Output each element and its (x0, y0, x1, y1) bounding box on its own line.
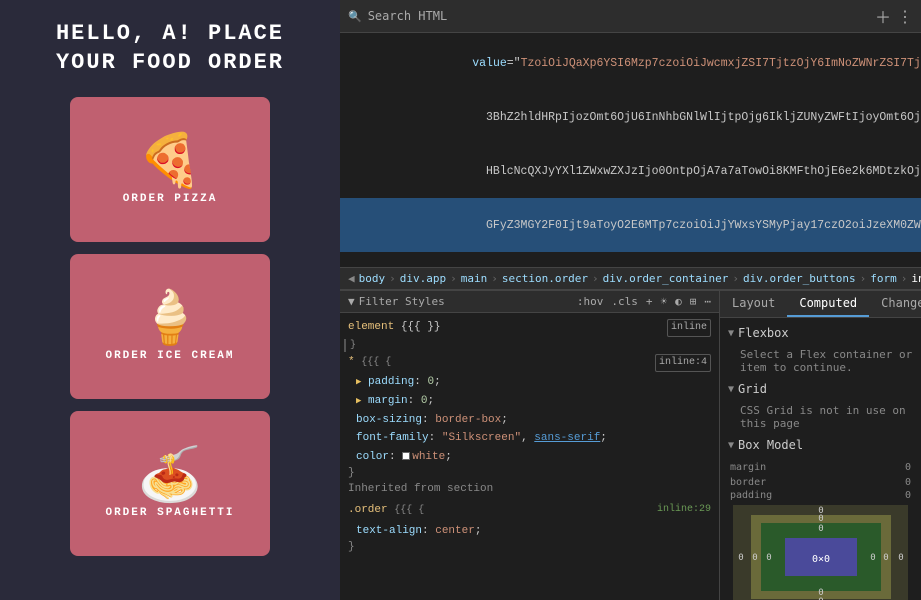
box-model-arrow: ▼ (728, 440, 734, 451)
filter-icon: ▼ (348, 295, 355, 308)
more-styles-icon[interactable]: ⋯ (704, 295, 711, 308)
svg-text:0: 0 (883, 553, 888, 563)
breadcrumb-body[interactable]: body (359, 272, 386, 285)
order-icecream-card[interactable]: 🍦 ORDER ICE CREAM (70, 254, 270, 399)
layout-tabs: Layout Computed Changes (720, 291, 921, 318)
style-rule-order: .order {{{ { inline:29 (340, 500, 719, 522)
add-style-button[interactable]: + (646, 295, 653, 308)
spaghetti-label: ORDER SPAGHETTI (105, 507, 234, 519)
styles-content: element {{{ }} inline } * {{{ { inline:4… (340, 313, 719, 600)
pizza-label: ORDER PIZZA (123, 193, 218, 205)
html-tree: value="TzoiOiJQaXp6YSI6Mzp7czoiOiJwcmxjZ… (340, 33, 921, 267)
box-model-diagram-container: margin 0 border 0 padding 0 (728, 458, 913, 600)
spaghetti-icon: 🍝 (138, 449, 203, 501)
html-line-2: 3BhZ2hldHRpIjozOmt6OjU6InNhbGNlWlIjtpOjg… (340, 91, 921, 145)
flexbox-description: Select a Flex container or item to conti… (728, 346, 913, 382)
margin-value-top: 0 (905, 462, 911, 473)
box-model-visual: 0×0 0 0 0 0 0 0 0 0 0 (733, 505, 908, 600)
html-line-value: value="TzoiOiJQaXp6YSI6Mzp7czoiOiJwcmxjZ… (340, 37, 921, 91)
light-mode-icon[interactable]: ☀ (661, 295, 668, 308)
layout-content: ▼ Flexbox Select a Flex container or ite… (720, 318, 921, 600)
html-line-3: HBlcNcQXJyYXl1ZWxwZXJzIjo0OntpOjA7a7aTow… (340, 145, 921, 199)
add-element-button[interactable]: ＋ (875, 4, 891, 28)
order-spaghetti-card[interactable]: 🍝 ORDER SPAGHETTI (70, 411, 270, 556)
html-panel: 🔍 Search HTML ＋ ⋮ value="TzoiOiJQaXp6YSI… (340, 0, 921, 290)
breadcrumb-main[interactable]: main (461, 272, 488, 285)
page-title: HELLO, A! PLACEYOUR FOOD ORDER (56, 20, 284, 77)
padding-value: 0 (905, 490, 911, 501)
tab-layout[interactable]: Layout (720, 291, 787, 317)
search-icon: 🔍 (348, 10, 362, 23)
breadcrumb-input[interactable]: input (911, 272, 921, 285)
style-rule-element: element {{{ }} inline (340, 317, 719, 339)
flexbox-section-header[interactable]: ▼ Flexbox (728, 326, 913, 340)
svg-text:0: 0 (870, 553, 875, 563)
styles-toolbar: ▼ Filter Styles :hov .cls + ☀ ◐ ⊞ ⋯ (340, 291, 719, 313)
order-pizza-card[interactable]: 🍕 ORDER PIZZA (70, 97, 270, 242)
padding-label: padding (730, 490, 772, 501)
box-model-border-row: border 0 (728, 477, 913, 490)
breadcrumb-div-app[interactable]: div.app (400, 272, 446, 285)
grid-arrow: ▼ (728, 384, 734, 395)
filter-styles-label: ▼ Filter Styles (348, 295, 445, 308)
svg-text:0×0: 0×0 (812, 554, 830, 565)
margin-label: margin (730, 462, 766, 473)
grid-icon[interactable]: ⊞ (690, 295, 697, 308)
tab-changes[interactable]: Changes (869, 291, 921, 317)
styles-panel: ▼ Filter Styles :hov .cls + ☀ ◐ ⊞ ⋯ elem… (340, 291, 720, 600)
box-model-table-header: margin 0 (728, 462, 913, 477)
hov-button[interactable]: :hov (577, 295, 604, 308)
breadcrumb-div-container[interactable]: div.order_container (603, 272, 729, 285)
html-line-5: W5NijtoO31zOjc6Im5vb2RsZXMiOiM047czO3OiJ… (340, 252, 921, 267)
style-rule-star: * {{{ { inline:4 (340, 352, 719, 374)
game-panel: HELLO, A! PLACEYOUR FOOD ORDER 🍕 ORDER P… (0, 0, 340, 600)
svg-text:0: 0 (818, 524, 823, 534)
border-label: border (730, 477, 766, 488)
box-model-padding-row: padding 0 (728, 490, 913, 505)
breadcrumb-form[interactable]: form (870, 272, 897, 285)
layout-panel: Layout Computed Changes ▼ Flexbox Select… (720, 291, 921, 600)
svg-text:0: 0 (766, 553, 771, 563)
html-topbar: 🔍 Search HTML ＋ ⋮ (340, 0, 921, 33)
svg-text:0: 0 (752, 553, 757, 563)
pizza-icon: 🍕 (138, 135, 203, 187)
tab-computed[interactable]: Computed (787, 291, 869, 317)
dark-mode-icon[interactable]: ◐ (675, 295, 682, 308)
grid-description: CSS Grid is not in use on this page (728, 402, 913, 438)
box-model-svg: 0×0 0 0 0 0 0 0 0 0 0 (733, 505, 908, 600)
icecream-label: ORDER ICE CREAM (105, 350, 234, 362)
svg-text:0: 0 (818, 588, 823, 598)
svg-text:0: 0 (738, 553, 743, 563)
filter-styles-text: Filter Styles (359, 295, 445, 308)
border-value: 0 (905, 477, 911, 488)
grid-label: Grid (738, 382, 767, 396)
search-html-label[interactable]: Search HTML (368, 9, 869, 23)
cls-button[interactable]: .cls (611, 295, 638, 308)
style-rule-inherited-header: Inherited from section (340, 479, 719, 501)
grid-section-header[interactable]: ▼ Grid (728, 382, 913, 396)
flexbox-label: Flexbox (738, 326, 789, 340)
more-options-button[interactable]: ⋮ (897, 7, 913, 26)
breadcrumb: ◀ body › div.app › main › section.order … (340, 267, 921, 289)
flexbox-arrow: ▼ (728, 328, 734, 339)
bottom-panel: ▼ Filter Styles :hov .cls + ☀ ◐ ⊞ ⋯ elem… (340, 290, 921, 600)
breadcrumb-section-order[interactable]: section.order (502, 272, 588, 285)
style-props-order: text-align: center; (340, 522, 719, 541)
toolbar-icons: :hov .cls + ☀ ◐ ⊞ ⋯ (577, 295, 711, 308)
devtools-panel: 🔍 Search HTML ＋ ⋮ value="TzoiOiJQaXp6YSI… (340, 0, 921, 600)
box-model-section-header[interactable]: ▼ Box Model (728, 438, 913, 452)
svg-text:0: 0 (898, 553, 903, 563)
breadcrumb-div-buttons[interactable]: div.order_buttons (743, 272, 856, 285)
html-line-selected: GFyZ3MGY2F0Ijt9aToyO2E6MTp7czoiOiJjYWxsY… (340, 198, 921, 252)
style-props-star: ▶ padding: 0; ▶ margin: 0; box-sizing: b… (340, 373, 719, 466)
box-model-label: Box Model (738, 438, 803, 452)
svg-text:0: 0 (818, 514, 823, 524)
icecream-icon: 🍦 (138, 292, 203, 344)
